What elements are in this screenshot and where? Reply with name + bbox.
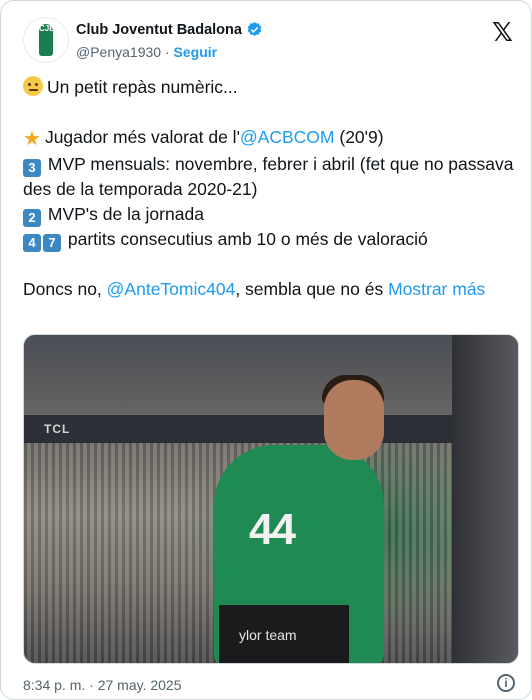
mention-antetomic[interactable]: @AnteTomic404 bbox=[107, 279, 236, 299]
keycap-emoji: 2 bbox=[23, 209, 41, 227]
line4-text: MVP's de la jornada bbox=[43, 204, 204, 224]
board-text: TCL bbox=[44, 422, 71, 436]
line3-text: MVP mensuals: novembre, febrer i abril (… bbox=[23, 154, 514, 199]
club-logo: CJB bbox=[39, 24, 56, 56]
photo-pillar bbox=[452, 335, 518, 663]
line6-prefix: Doncs no, bbox=[23, 279, 107, 299]
x-logo-icon[interactable]: 𝕏 bbox=[492, 19, 513, 45]
face-emoji bbox=[23, 76, 43, 96]
line2-suffix: (20'9) bbox=[334, 127, 384, 147]
tweet-line-4: 2 MVP's de la jornada bbox=[23, 202, 515, 227]
photo-player-head bbox=[324, 380, 384, 460]
avatar[interactable]: CJB bbox=[24, 18, 68, 62]
show-more-link[interactable]: Mostrar más bbox=[388, 279, 485, 299]
timestamp[interactable]: 8:34 p. m. · 27 may. 2025 bbox=[23, 677, 182, 693]
keycap-emoji: 4 bbox=[23, 234, 41, 252]
line5-text: partits consecutius amb 10 o més de valo… bbox=[63, 229, 428, 249]
tweet-line-6: Doncs no, @AnteTomic404, sembla que no é… bbox=[23, 277, 515, 302]
tweet-line-5: 47 partits consecutius amb 10 o més de v… bbox=[23, 227, 515, 252]
tweet-line-2: ★ Jugador més valorat de l'@ACBCOM (20'9) bbox=[23, 125, 515, 152]
logo-text: CJB bbox=[39, 24, 56, 33]
author-handle[interactable]: @Penya1930 bbox=[76, 44, 161, 60]
tweet-photo[interactable]: TCL 44 ylor team bbox=[23, 334, 519, 664]
jersey-number: 44 bbox=[249, 505, 296, 554]
follow-button[interactable]: Seguir bbox=[174, 44, 218, 60]
keycap-emoji: 3 bbox=[23, 159, 41, 177]
shorts-text: ylor team bbox=[239, 627, 297, 643]
photo-led-board: TCL bbox=[24, 415, 464, 443]
tweet-line-3: 3 MVP mensuals: novembre, febrer i abril… bbox=[23, 152, 515, 202]
author-name[interactable]: Club Joventut Badalona bbox=[76, 22, 242, 38]
info-icon[interactable]: i bbox=[497, 674, 515, 692]
tweet-card: CJB Club Joventut Badalona @Penya1930 · … bbox=[0, 0, 532, 700]
author-name-row: Club Joventut Badalona bbox=[76, 21, 263, 38]
keycap-emoji: 7 bbox=[43, 234, 61, 252]
photo-shorts: ylor team bbox=[219, 605, 349, 663]
line6-suffix: , sembla que no és bbox=[235, 279, 389, 299]
tweet-text: Un petit repàs numèric... ★ Jugador més v… bbox=[23, 75, 515, 302]
line2-prefix: Jugador més valorat de l' bbox=[44, 127, 240, 147]
separator: · bbox=[164, 44, 170, 60]
star-emoji: ★ bbox=[23, 128, 41, 150]
verified-badge-icon bbox=[247, 22, 262, 36]
tweet-line-1: Un petit repàs numèric... bbox=[23, 75, 515, 100]
line1-text: Un petit repàs numèric... bbox=[47, 77, 238, 97]
mention-acbcom[interactable]: @ACBCOM bbox=[240, 127, 335, 147]
handle-row: @Penya1930 · Seguir bbox=[76, 44, 217, 60]
